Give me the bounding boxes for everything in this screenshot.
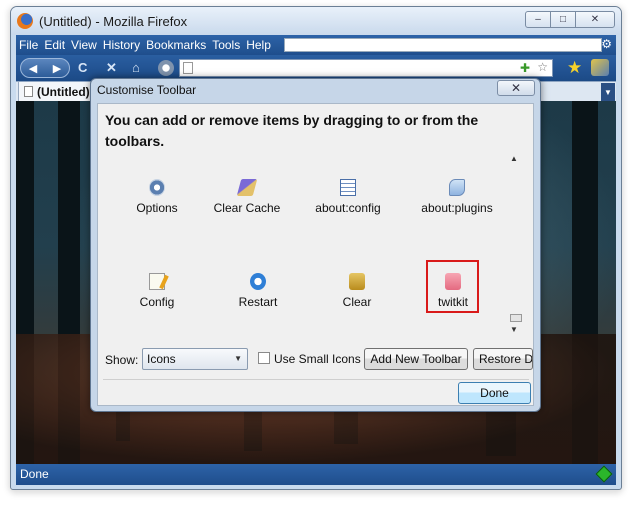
stop-icon[interactable]: ✕: [106, 60, 117, 76]
dialog-body: You can add or remove items by dragging …: [97, 103, 534, 406]
menu-history[interactable]: History: [103, 38, 140, 52]
palette-item-about-config[interactable]: about:config: [298, 179, 398, 215]
palette-item-label: Clear: [342, 295, 372, 309]
palette-item-about-plugins[interactable]: about:plugins: [407, 179, 507, 215]
palette-item-label: about:config: [315, 201, 381, 215]
tab-list-arrow-icon[interactable]: ▼: [601, 83, 615, 101]
clear-cache-icon: [236, 179, 258, 196]
customise-toolbar-dialog: Customise Toolbar ✕ You can add or remov…: [90, 78, 541, 412]
twitkit-highlight-box: [426, 260, 479, 313]
palette-item-label: Config: [139, 295, 175, 309]
home-icon[interactable]: ⌂: [132, 60, 140, 75]
status-text: Done: [20, 467, 49, 481]
palette-item-label: Restart: [238, 295, 278, 309]
config-icon: [149, 273, 165, 290]
maximize-button[interactable]: □: [550, 11, 576, 28]
chevron-down-icon: ▼: [234, 354, 242, 363]
palette-item-options[interactable]: Options: [107, 179, 207, 215]
palette-item-config[interactable]: Config: [107, 273, 207, 309]
palette-item-restart[interactable]: Restart: [208, 273, 308, 309]
reload-icon[interactable]: C: [78, 60, 87, 75]
menubar-search-field[interactable]: [284, 38, 602, 52]
show-label: Show:: [105, 353, 139, 367]
show-select[interactable]: Icons ▼: [142, 348, 248, 370]
options-icon: [149, 179, 165, 196]
minimize-button[interactable]: –: [525, 11, 551, 28]
close-window-button[interactable]: ✕: [575, 11, 615, 28]
star-icon[interactable]: ★: [567, 58, 582, 78]
title-bar[interactable]: (Untitled) - Mozilla Firefox – □ ✕: [11, 7, 621, 35]
dialog-title: Customise Toolbar: [97, 83, 197, 97]
menu-view[interactable]: View: [71, 38, 97, 52]
palette-item-label: Options: [136, 201, 178, 215]
done-button[interactable]: Done: [458, 382, 531, 404]
palette-item-clear-cache[interactable]: Clear Cache: [197, 179, 297, 215]
toolbar-palette: Options Clear Cache about:config about:p…: [102, 154, 512, 340]
small-icons-checkbox[interactable]: [258, 352, 270, 364]
palette-item-label: about:plugins: [421, 201, 493, 215]
puzzle-icon[interactable]: ✚: [520, 61, 530, 75]
menu-bookmarks[interactable]: Bookmarks: [146, 38, 206, 52]
palette-item-label: Clear Cache: [213, 201, 281, 215]
status-bar: Done: [16, 464, 616, 485]
add-new-toolbar-button[interactable]: Add New Toolbar: [364, 348, 468, 370]
restart-icon: [250, 273, 266, 290]
window-title: (Untitled) - Mozilla Firefox: [39, 14, 188, 29]
divider: [103, 379, 529, 380]
url-bar[interactable]: ✚ ☆: [179, 59, 553, 77]
status-diamond-icon[interactable]: [595, 465, 613, 483]
bookmark-outline-icon[interactable]: ☆: [537, 60, 548, 74]
menu-file[interactable]: File: [19, 38, 38, 52]
addon-icon[interactable]: [591, 59, 609, 76]
scroll-thumb[interactable]: [510, 314, 522, 322]
about-config-icon: [340, 179, 356, 196]
caption-buttons: – □ ✕: [525, 11, 615, 28]
dialog-controls: Show: Icons ▼ Use Small Icons Add New To…: [98, 347, 533, 375]
gear-icon[interactable]: ⚙: [601, 37, 612, 51]
instructions-text: You can add or remove items by dragging …: [105, 112, 479, 149]
firefox-logo-icon: [17, 13, 33, 29]
page-icon: [183, 62, 193, 74]
menu-help[interactable]: Help: [246, 38, 271, 52]
restore-default-button[interactable]: Restore De: [473, 348, 533, 370]
close-icon[interactable]: ✕: [497, 80, 535, 96]
menu-bar: File Edit View History Bookmarks Tools H…: [16, 35, 616, 55]
show-select-value: Icons: [147, 352, 176, 366]
sync-icon[interactable]: [158, 60, 174, 76]
forward-arrow-icon[interactable]: ▶: [53, 62, 61, 75]
scroll-down-icon[interactable]: ▼: [510, 325, 518, 334]
about-plugins-icon: [449, 179, 465, 196]
small-icons-label[interactable]: Use Small Icons: [274, 352, 361, 366]
tab-label: (Untitled): [37, 84, 90, 99]
menu-edit[interactable]: Edit: [44, 38, 65, 52]
clear-icon: [349, 273, 365, 290]
tab-untitled[interactable]: (Untitled): [18, 82, 98, 102]
palette-scrollbar[interactable]: ▲ ▼: [508, 154, 524, 334]
menu-tools[interactable]: Tools: [212, 38, 240, 52]
palette-item-clear[interactable]: Clear: [307, 273, 407, 309]
back-arrow-icon[interactable]: ◀: [29, 62, 37, 75]
scroll-up-icon[interactable]: ▲: [510, 154, 518, 163]
back-forward-buttons: ◀ ▶: [20, 58, 70, 78]
page-icon: [24, 86, 33, 97]
